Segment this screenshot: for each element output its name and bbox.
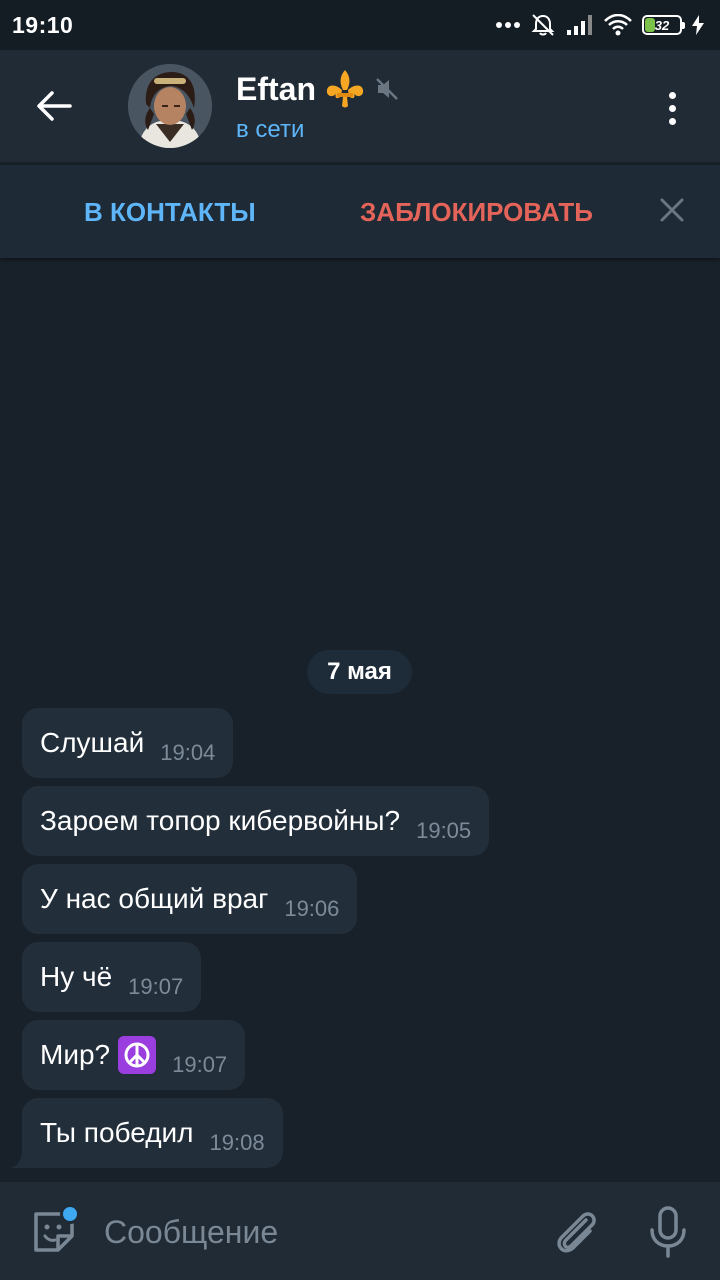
new-stickers-indicator xyxy=(60,1204,80,1224)
status-bar: 19:10 32 xyxy=(0,0,720,50)
peace-symbol-emoji xyxy=(118,1036,157,1074)
message-bubble[interactable]: Слушай 19:04 xyxy=(22,708,234,778)
add-contact-button[interactable]: В КОНТАКТЫ xyxy=(84,197,256,228)
close-icon xyxy=(660,198,684,222)
wifi-icon xyxy=(604,14,632,36)
message-time: 19:08 xyxy=(209,1130,265,1155)
signal-icon xyxy=(567,15,592,35)
message-time: 19:07 xyxy=(128,974,184,999)
message-text: У нас общий враг xyxy=(40,883,269,914)
menu-dot xyxy=(668,104,676,112)
message-text: Слушай xyxy=(40,727,145,758)
arrow-left-icon xyxy=(37,91,72,121)
status-icons: 32 xyxy=(496,12,704,38)
menu-dot xyxy=(668,117,676,125)
message-bubble[interactable]: Ну чё 19:07 xyxy=(22,942,202,1012)
bubble-tail xyxy=(10,1148,30,1168)
message-time: 19:05 xyxy=(416,818,472,843)
paperclip-icon[interactable] xyxy=(548,1204,604,1260)
close-action-bar-button[interactable] xyxy=(652,190,692,230)
action-bar: В КОНТАКТЫ ЗАБЛОКИРОВАТЬ xyxy=(0,164,720,258)
contact-name: Eftan xyxy=(236,70,316,107)
peace-symbol-icon xyxy=(124,1042,150,1068)
message-text: Ну чё xyxy=(40,961,113,992)
more-dots-icon xyxy=(496,22,520,28)
back-button[interactable] xyxy=(26,82,82,130)
battery-icon: 32 xyxy=(642,15,685,35)
message-time: 19:07 xyxy=(172,1052,228,1077)
message-bubble[interactable]: Зароем топор кибервойны? 19:05 xyxy=(22,786,490,856)
battery-fill xyxy=(645,18,655,32)
message-text: Зароем топор кибервойны? xyxy=(40,805,401,836)
menu-dot xyxy=(668,91,676,99)
contact-status: в сети xyxy=(236,116,305,143)
message-time: 19:06 xyxy=(284,896,340,921)
message-input[interactable] xyxy=(104,1206,524,1258)
contact-name-row[interactable]: Eftan xyxy=(236,68,400,110)
message-bubble[interactable]: У нас общий враг 19:06 xyxy=(22,864,358,934)
avatar[interactable] xyxy=(128,64,212,148)
alarm-off-icon xyxy=(531,14,555,36)
message-text: Мир? xyxy=(40,1039,111,1070)
message-text: Ты победил xyxy=(40,1117,194,1148)
message-bubble[interactable]: Ты победил 19:08 xyxy=(22,1098,283,1168)
muted-speaker-icon xyxy=(376,78,398,100)
block-user-button[interactable]: ЗАБЛОКИРОВАТЬ xyxy=(360,197,593,228)
fleur-de-lis-icon xyxy=(326,70,364,108)
message-input-bar xyxy=(0,1182,720,1280)
more-options-button[interactable] xyxy=(648,84,696,132)
charging-icon xyxy=(692,15,704,35)
avatar-image xyxy=(128,64,212,148)
battery-level: 32 xyxy=(654,17,670,33)
chat-header: Eftan в сети xyxy=(0,50,720,162)
message-time: 19:04 xyxy=(160,740,216,765)
message-bubble[interactable]: Мир? 19:07 xyxy=(22,1020,246,1090)
date-separator: 7 мая xyxy=(307,650,412,694)
status-time: 19:10 xyxy=(12,11,74,38)
microphone-icon[interactable] xyxy=(642,1204,694,1260)
